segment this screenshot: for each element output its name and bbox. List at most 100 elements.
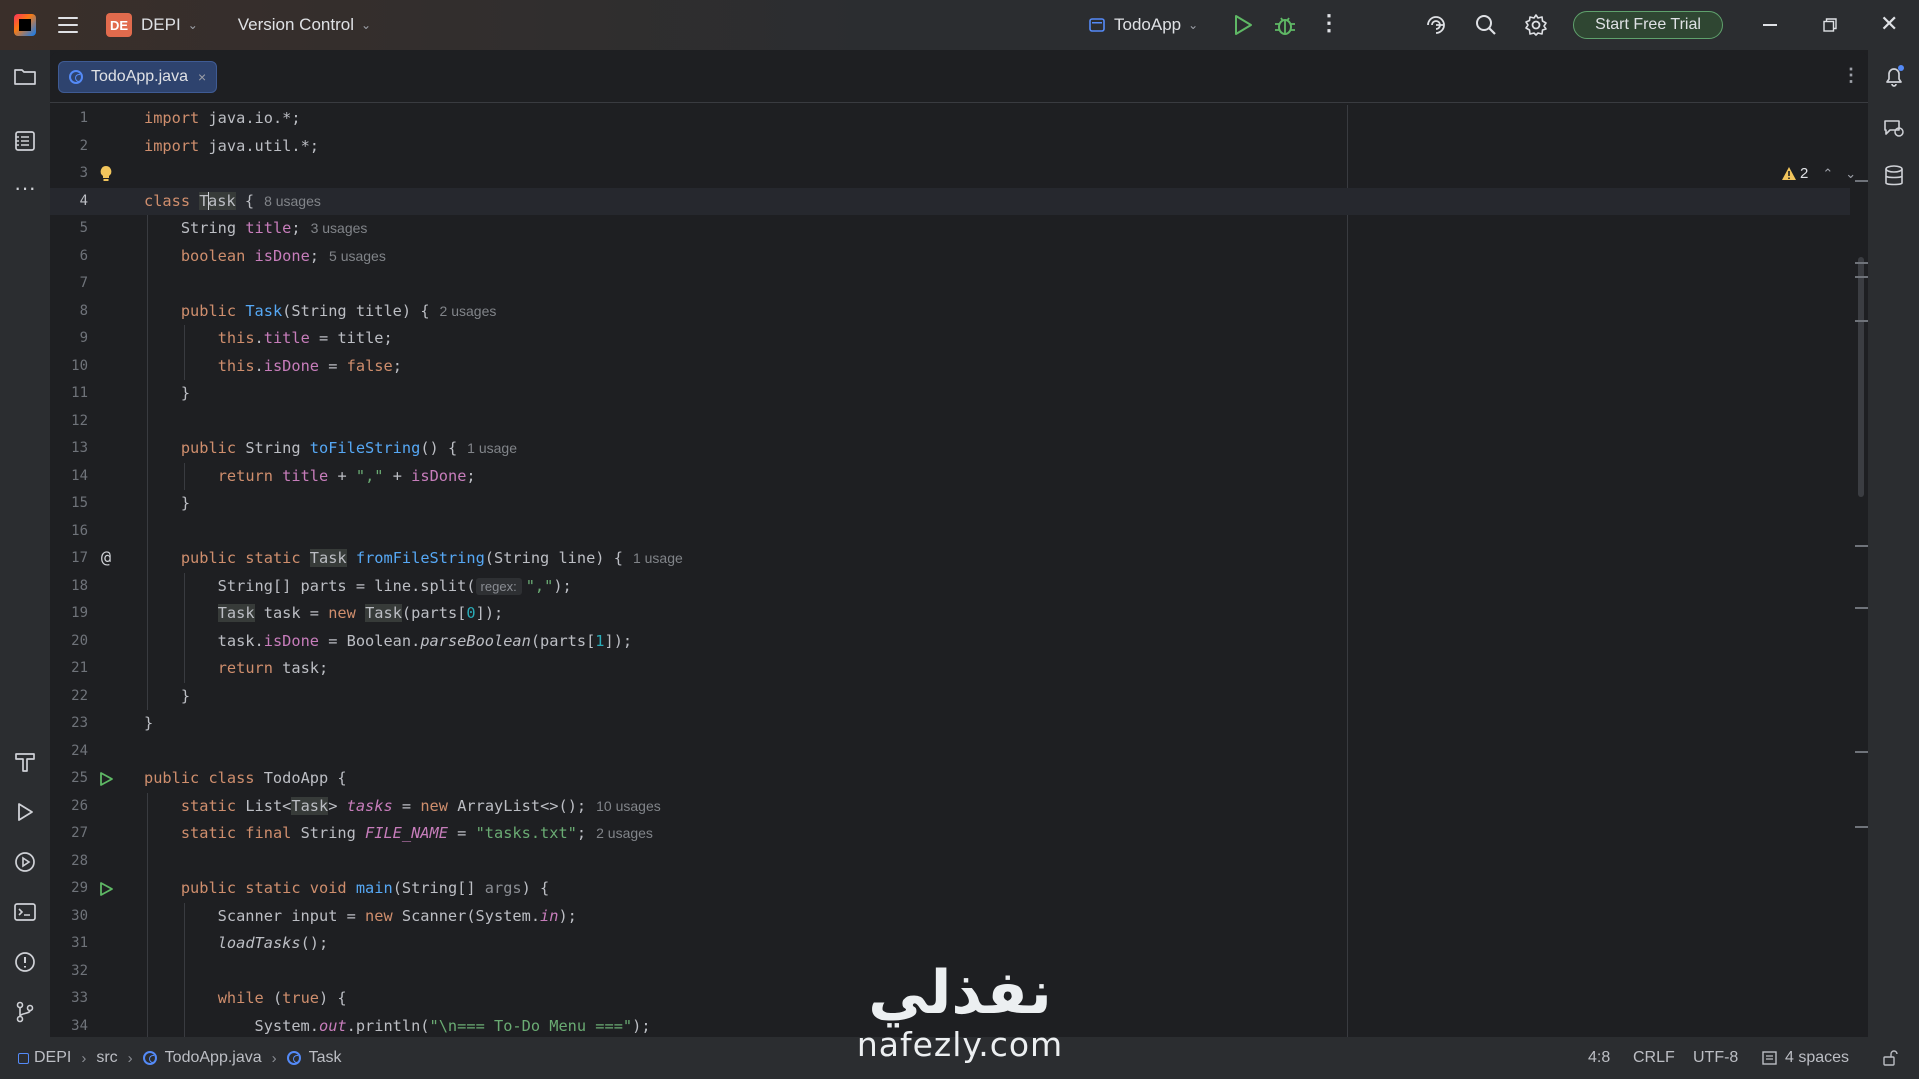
code-line[interactable]: 16 bbox=[50, 518, 1850, 546]
inspection-widget[interactable]: 2 ⌃ ⌄ bbox=[1781, 165, 1856, 182]
start-free-trial-button[interactable]: Start Free Trial bbox=[1573, 11, 1723, 39]
gutter-cell[interactable] bbox=[94, 243, 118, 271]
error-stripe-mark[interactable] bbox=[1855, 320, 1868, 322]
previous-highlight-icon[interactable]: ⌃ bbox=[1822, 166, 1833, 182]
code-line[interactable]: 20 task.isDone = Boolean.parseBoolean(pa… bbox=[50, 628, 1850, 656]
gutter-cell[interactable] bbox=[94, 380, 118, 408]
tab-options-icon[interactable]: ⋮ bbox=[1842, 66, 1860, 84]
error-stripe-mark[interactable] bbox=[1855, 276, 1868, 278]
breadcrumb-class[interactable]: Task bbox=[309, 1049, 342, 1067]
code-text[interactable]: public class TodoApp { bbox=[144, 765, 347, 793]
run-gutter-icon[interactable] bbox=[98, 881, 114, 897]
run-tool-icon[interactable] bbox=[13, 800, 37, 824]
code-text[interactable]: boolean isDone; 5 usages bbox=[144, 243, 386, 271]
code-text[interactable]: } bbox=[144, 710, 153, 738]
error-stripe-mark[interactable] bbox=[1855, 826, 1868, 828]
search-icon[interactable] bbox=[1474, 13, 1498, 37]
gutter-cell[interactable] bbox=[94, 408, 118, 436]
code-line[interactable]: 15 } bbox=[50, 490, 1850, 518]
gear-icon[interactable] bbox=[1524, 13, 1548, 37]
gutter-cell[interactable] bbox=[94, 215, 118, 243]
gutter-cell[interactable] bbox=[94, 875, 118, 903]
code-text[interactable]: static final String FILE_NAME = "tasks.t… bbox=[144, 820, 653, 848]
gutter-cell[interactable] bbox=[94, 435, 118, 463]
gutter-cell[interactable] bbox=[94, 463, 118, 491]
gutter-cell[interactable] bbox=[94, 573, 118, 601]
code-text[interactable]: System.out.println("\n=== To-Do Menu ===… bbox=[144, 1013, 651, 1038]
gutter-cell[interactable] bbox=[94, 793, 118, 821]
gutter-cell[interactable] bbox=[94, 903, 118, 931]
gutter-cell[interactable] bbox=[94, 683, 118, 711]
gutter-cell[interactable] bbox=[94, 490, 118, 518]
minimize-window-icon[interactable] bbox=[1763, 24, 1777, 26]
code-text[interactable]: public static void main(String[] args) { bbox=[144, 875, 549, 903]
gutter-cell[interactable] bbox=[94, 600, 118, 628]
gutter-cell[interactable] bbox=[94, 958, 118, 986]
gutter-cell[interactable] bbox=[94, 820, 118, 848]
code-line[interactable]: 31 loadTasks(); bbox=[50, 930, 1850, 958]
line-separator[interactable]: CRLF bbox=[1633, 1037, 1675, 1079]
notifications-bell-icon[interactable] bbox=[1882, 64, 1906, 88]
database-icon[interactable] bbox=[1882, 164, 1906, 188]
vertical-scrollbar[interactable] bbox=[1858, 257, 1864, 497]
caret-position[interactable]: 4:8 bbox=[1588, 1037, 1610, 1079]
lightbulb-icon[interactable] bbox=[99, 165, 113, 183]
code-line[interactable]: 28 bbox=[50, 848, 1850, 876]
code-text[interactable]: task.isDone = Boolean.parseBoolean(parts… bbox=[144, 628, 632, 656]
restore-window-icon[interactable] bbox=[1823, 18, 1837, 32]
code-line[interactable]: 24 bbox=[50, 738, 1850, 766]
error-stripe-mark[interactable] bbox=[1855, 180, 1868, 182]
breadcrumb-src[interactable]: src bbox=[96, 1049, 117, 1067]
breadcrumb-project[interactable]: DEPI bbox=[34, 1049, 71, 1067]
code-text[interactable]: public String toFileString() {1 usage bbox=[144, 435, 517, 463]
code-text[interactable]: } bbox=[144, 490, 190, 518]
indent-widget[interactable]: 4 spaces bbox=[1762, 1037, 1849, 1079]
code-text[interactable]: String[] parts = line.split(regex: ","); bbox=[144, 573, 572, 601]
code-line[interactable]: 11 } bbox=[50, 380, 1850, 408]
gutter-cell[interactable] bbox=[94, 353, 118, 381]
code-text[interactable]: Task task = new Task(parts[0]); bbox=[144, 600, 503, 628]
run-icon[interactable] bbox=[1232, 13, 1254, 37]
gutter-cell[interactable] bbox=[94, 270, 118, 298]
run-configuration-selector[interactable]: TodoApp ⌄ bbox=[1088, 0, 1198, 50]
ai-assistant-icon[interactable] bbox=[1424, 13, 1448, 37]
code-text[interactable]: loadTasks(); bbox=[144, 930, 329, 958]
code-line[interactable]: 21 return task; bbox=[50, 655, 1850, 683]
debug-icon[interactable] bbox=[1274, 13, 1296, 37]
vcs-widget[interactable]: Version Control ⌄ bbox=[238, 15, 371, 35]
code-line[interactable]: 19 Task task = new Task(parts[0]); bbox=[50, 600, 1850, 628]
code-text[interactable]: this.title = title; bbox=[144, 325, 393, 353]
ai-chat-icon[interactable] bbox=[1882, 116, 1906, 140]
code-line[interactable]: 2 import java.util.*; bbox=[50, 133, 1850, 161]
gutter-cell[interactable] bbox=[94, 325, 118, 353]
build-hammer-icon[interactable] bbox=[13, 750, 37, 774]
gutter-cell[interactable] bbox=[94, 105, 118, 133]
gutter-cell[interactable] bbox=[94, 848, 118, 876]
code-line[interactable]: 4 class Task {8 usages bbox=[50, 187, 1850, 215]
code-text[interactable]: } bbox=[144, 380, 190, 408]
code-line[interactable]: 26 static List<Task> tasks = new ArrayLi… bbox=[50, 793, 1850, 821]
code-line[interactable]: 27 static final String FILE_NAME = "task… bbox=[50, 820, 1850, 848]
code-line[interactable]: 25 public class TodoApp { bbox=[50, 765, 1850, 793]
gutter-cell[interactable] bbox=[94, 655, 118, 683]
close-window-icon[interactable]: ✕ bbox=[1880, 12, 1898, 36]
code-line[interactable]: 18 String[] parts = line.split(regex: ","… bbox=[50, 573, 1850, 601]
more-actions-icon[interactable]: ⋮ bbox=[1318, 12, 1340, 34]
gutter-cell[interactable] bbox=[94, 298, 118, 326]
code-line[interactable]: 6 boolean isDone; 5 usages bbox=[50, 243, 1850, 271]
project-widget[interactable]: DEPI ⌄ bbox=[141, 15, 198, 35]
error-stripe-mark[interactable] bbox=[1855, 545, 1868, 547]
run-gutter-icon[interactable] bbox=[98, 771, 114, 787]
code-line[interactable]: 30 Scanner input = new Scanner(System.in… bbox=[50, 903, 1850, 931]
gutter-cell[interactable] bbox=[94, 738, 118, 766]
close-tab-icon[interactable]: × bbox=[198, 69, 206, 85]
intellij-logo-icon[interactable] bbox=[14, 14, 36, 36]
code-line[interactable]: 17 @ public static Task fromFileString(St… bbox=[50, 545, 1850, 573]
gutter-cell[interactable] bbox=[94, 710, 118, 738]
code-text[interactable]: this.isDone = false; bbox=[144, 353, 402, 381]
more-tools-icon[interactable]: ··· bbox=[13, 177, 37, 202]
services-icon[interactable] bbox=[13, 850, 37, 874]
error-stripe-mark[interactable] bbox=[1855, 262, 1868, 264]
code-line[interactable]: 29 public static void main(String[] args… bbox=[50, 875, 1850, 903]
gutter-cell[interactable] bbox=[94, 985, 118, 1013]
